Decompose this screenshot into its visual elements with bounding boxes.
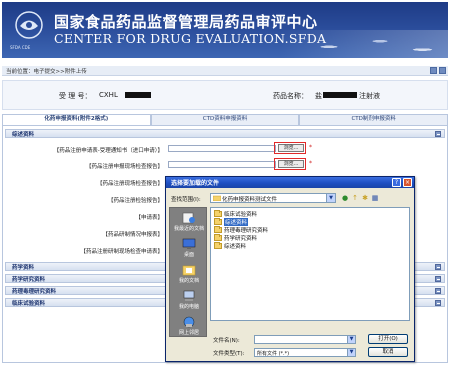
network-icon xyxy=(183,316,195,328)
collapse-icon[interactable] xyxy=(435,276,441,282)
lookin-label: 查找范围(I): xyxy=(171,197,201,203)
open-button[interactable]: 打开(O) xyxy=(368,334,408,344)
place-recent[interactable]: 我最近的文档 xyxy=(170,210,208,234)
folder-icon xyxy=(213,195,221,201)
chevron-down-icon[interactable]: ▼ xyxy=(326,194,335,202)
browse-button[interactable]: 浏览... xyxy=(278,160,304,168)
place-my-computer[interactable]: 我的电脑 xyxy=(170,288,208,312)
row-label: 【药品注册研制现场检查申请表】 xyxy=(80,249,163,255)
place-my-documents[interactable]: 我的文档 xyxy=(170,262,208,286)
file-name: 临床试验资料 xyxy=(224,212,258,218)
collapse-icon[interactable] xyxy=(435,300,441,306)
tab-ctd-formulation[interactable]: CTD制剂申报资料 xyxy=(299,114,449,125)
filetype-label: 文件类型(T): xyxy=(213,351,245,357)
folder-icon xyxy=(214,226,222,233)
section-summary[interactable]: 综述资料 xyxy=(5,129,445,138)
place-label: 桌面 xyxy=(183,252,194,258)
drug-name-prefix: 盐 xyxy=(315,92,322,100)
sfda-logo-icon xyxy=(15,11,43,39)
breadcrumb: 当前位置：电子提交>>附件上传 xyxy=(2,66,448,76)
place-desktop[interactable]: 桌面 xyxy=(170,236,208,260)
place-label: 我最近的文档 xyxy=(173,226,204,232)
section-title: 综述资料 xyxy=(12,132,35,138)
drug-name-suffix: 注射液 xyxy=(359,92,380,100)
file-open-dialog: 选择要加载的文件 ? × 查找范围(I): 化药申报资料测试文件 ▼ ● ↑ ✱… xyxy=(165,176,415,362)
folder-icon xyxy=(214,218,222,225)
desktop-icon xyxy=(182,238,196,249)
filetype-select[interactable]: 所有文件 (*.*) ▼ xyxy=(254,348,356,357)
up-folder-icon[interactable]: ↑ xyxy=(351,194,359,202)
minimize-icon[interactable] xyxy=(430,67,437,74)
close-icon[interactable] xyxy=(439,67,446,74)
browse-button[interactable]: 浏览... xyxy=(278,144,304,152)
accept-number-label: 受 理 号： xyxy=(59,92,92,100)
filetype-value: 所有文件 (*.*) xyxy=(257,351,290,357)
row-label: 【申请表】 xyxy=(135,215,163,221)
drug-name-label: 药品名称： xyxy=(273,92,308,100)
folder-icon xyxy=(214,242,222,249)
cancel-button[interactable]: 取消 xyxy=(368,347,408,357)
row-label: 【药品注册申请表-受理通知书（进口申请）】 xyxy=(53,148,163,154)
my-documents-icon xyxy=(182,265,196,276)
view-menu-icon[interactable]: ▦ xyxy=(371,194,379,202)
tab-chemical[interactable]: 化药申报资料(附件2格式) xyxy=(2,114,151,125)
file-name: 综述资料 xyxy=(224,218,249,226)
place-label: 网上邻居 xyxy=(178,330,199,336)
dialog-titlebar[interactable]: 选择要加载的文件 ? × xyxy=(166,177,414,188)
site-title-cn: 国家食品药品监督管理局药品审评中心 xyxy=(54,13,318,31)
required-mark: * xyxy=(309,144,312,151)
chevron-down-icon[interactable]: ▼ xyxy=(347,336,355,343)
file-name: 综述资料 xyxy=(224,244,247,250)
recent-documents-icon xyxy=(182,212,195,224)
application-info: 受 理 号： CXHL 药品名称： 盐 注射液 xyxy=(2,80,448,110)
place-network[interactable]: 网上邻居 xyxy=(170,314,208,338)
folder-icon xyxy=(214,234,222,241)
folder-icon xyxy=(214,210,222,217)
row-label: 【药品研制情况申报表】 xyxy=(102,232,163,238)
collapse-icon[interactable] xyxy=(435,131,441,137)
site-title-en: CENTER FOR DRUG EVALUATION.SFDA xyxy=(54,31,327,46)
accept-number-value: CXHL xyxy=(99,91,118,99)
file-path-input[interactable] xyxy=(168,161,276,168)
my-computer-icon xyxy=(183,290,195,301)
section-title: 药理毒理研究资料 xyxy=(12,289,57,295)
section-title: 药学资料 xyxy=(12,265,35,271)
lookin-select[interactable]: 化药申报资料测试文件 ▼ xyxy=(210,193,336,203)
tab-bar: 化药申报资料(附件2格式) CTD资料申报资料 CTD制剂申报资料 xyxy=(2,114,449,125)
new-folder-icon[interactable]: ✱ xyxy=(361,194,369,202)
site-header: SFDA CDE 国家食品药品监督管理局药品审评中心 CENTER FOR DR… xyxy=(2,2,448,58)
tab-ctd[interactable]: CTD资料申报资料 xyxy=(150,114,300,125)
dialog-close-icon[interactable]: × xyxy=(403,178,412,187)
places-bar: 我最近的文档 桌面 我的文档 我的电脑 网上邻居 xyxy=(169,207,207,337)
redaction-bar xyxy=(323,92,357,98)
row-label: 【药品注册申报现场检查报告】 xyxy=(85,164,163,170)
chevron-down-icon[interactable]: ▼ xyxy=(347,349,355,356)
filename-input[interactable]: ▼ xyxy=(254,335,356,344)
back-icon[interactable]: ● xyxy=(341,194,349,202)
file-name: 药理毒理研究资料 xyxy=(224,228,269,234)
section-title: 药学研究资料 xyxy=(12,277,46,283)
place-label: 我的文档 xyxy=(178,278,199,284)
file-path-input[interactable] xyxy=(168,145,276,152)
row-label: 【药品注册检验报告】 xyxy=(107,198,163,204)
file-name: 药学研究资料 xyxy=(224,236,258,242)
collapse-icon[interactable] xyxy=(435,288,441,294)
collapse-icon[interactable] xyxy=(435,264,441,270)
breadcrumb-text: 当前位置：电子提交>>附件上传 xyxy=(6,69,87,75)
help-icon[interactable]: ? xyxy=(392,178,401,187)
file-list: 临床试验资料 综述资料 药理毒理研究资料 药学研究资料 综述资料 xyxy=(210,207,410,321)
filename-label: 文件名(N): xyxy=(213,338,240,344)
logo-caption: SFDA CDE xyxy=(10,45,31,50)
dialog-title: 选择要加载的文件 xyxy=(171,180,220,187)
required-mark: * xyxy=(309,160,312,167)
row-label: 【药品注册现场检查报告】 xyxy=(96,181,163,187)
place-label: 我的电脑 xyxy=(178,304,199,310)
section-title: 临床试验资料 xyxy=(12,301,46,307)
redaction-bar xyxy=(125,92,151,98)
lookin-value: 化药申报资料测试文件 xyxy=(222,197,278,203)
